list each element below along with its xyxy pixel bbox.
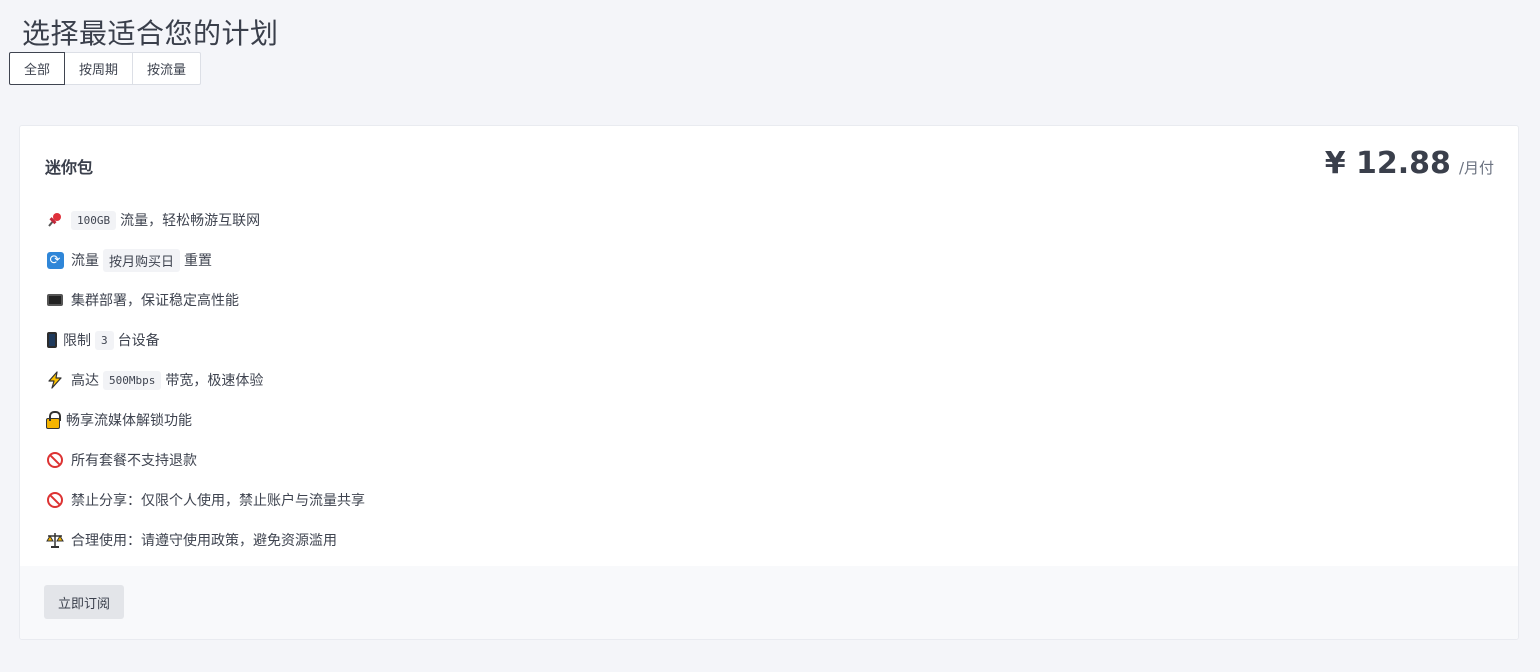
- page-title: 选择最适合您的计划: [22, 17, 279, 50]
- feature-list: 100GB 流量，轻松畅游互联网 ⟳ 流量 按月购买日 重置 集群部署，保证稳定…: [45, 200, 365, 560]
- plan-price: ¥ 12.88 /月付: [1325, 146, 1494, 181]
- feature-text: 高达: [71, 373, 99, 389]
- feature-text: 限制: [63, 333, 91, 349]
- feature-text: 禁止分享：仅限个人使用，禁止账户与流量共享: [71, 493, 365, 509]
- no-entry-icon: [45, 490, 65, 510]
- feature-item-fair-use: 合理使用：请遵守使用政策，避免资源滥用: [45, 520, 365, 560]
- lock-icon: [45, 410, 61, 430]
- feature-item-cluster: 集群部署，保证稳定高性能: [45, 280, 365, 320]
- feature-text: 台设备: [117, 333, 160, 349]
- scales-icon: [45, 530, 65, 550]
- tab-by-traffic[interactable]: 按流量: [133, 52, 202, 85]
- plan-card-body: 迷你包 ¥ 12.88 /月付 100GB 流量，轻松畅游互联网 ⟳ 流量 按月…: [20, 126, 1518, 566]
- feature-text: 重置: [184, 253, 213, 269]
- phone-icon: [45, 330, 59, 350]
- price-unit: /月付: [1458, 159, 1494, 177]
- tab-by-period[interactable]: 按周期: [65, 52, 134, 85]
- feature-text: 所有套餐不支持退款: [71, 453, 197, 469]
- plan-card-footer: 立即订阅: [20, 566, 1518, 639]
- monitor-icon: [45, 290, 65, 310]
- feature-item-bandwidth: 高达 500Mbps 带宽，极速体验: [45, 360, 365, 400]
- feature-text: 流量，轻松畅游互联网: [120, 213, 261, 229]
- sync-icon: ⟳: [45, 250, 65, 270]
- feature-item-devices: 限制 3 台设备: [45, 320, 365, 360]
- feature-item-no-refund: 所有套餐不支持退款: [45, 440, 365, 480]
- feature-text: 畅享流媒体解锁功能: [66, 413, 192, 429]
- tab-all[interactable]: 全部: [9, 52, 66, 85]
- lightning-icon: [45, 370, 65, 390]
- feature-text: 合理使用：请遵守使用政策，避免资源滥用: [71, 533, 337, 549]
- no-entry-icon: [45, 450, 65, 470]
- plan-name: 迷你包: [45, 158, 94, 177]
- feature-item-streaming: 畅享流媒体解锁功能: [45, 400, 365, 440]
- feature-text: 带宽，极速体验: [165, 373, 264, 389]
- pin-icon: [45, 210, 65, 230]
- feature-item-reset: ⟳ 流量 按月购买日 重置: [45, 240, 365, 280]
- device-limit-code: 3: [95, 330, 114, 350]
- subscribe-button[interactable]: 立即订阅: [44, 585, 125, 619]
- feature-item-traffic: 100GB 流量，轻松畅游互联网: [45, 200, 365, 240]
- plan-card: 迷你包 ¥ 12.88 /月付 100GB 流量，轻松畅游互联网 ⟳ 流量 按月…: [19, 125, 1519, 640]
- feature-text: 集群部署，保证稳定高性能: [71, 293, 239, 309]
- plan-filter-tabs: 全部 按周期 按流量: [9, 52, 202, 85]
- bandwidth-code: 500Mbps: [103, 370, 162, 390]
- traffic-amount-code: 100GB: [71, 210, 117, 230]
- price-amount: ¥ 12.88: [1324, 146, 1451, 181]
- feature-item-no-sharing: 禁止分享：仅限个人使用，禁止账户与流量共享: [45, 480, 365, 520]
- reset-cycle-tag: 按月购买日: [103, 248, 181, 272]
- feature-text: 流量: [71, 253, 99, 269]
